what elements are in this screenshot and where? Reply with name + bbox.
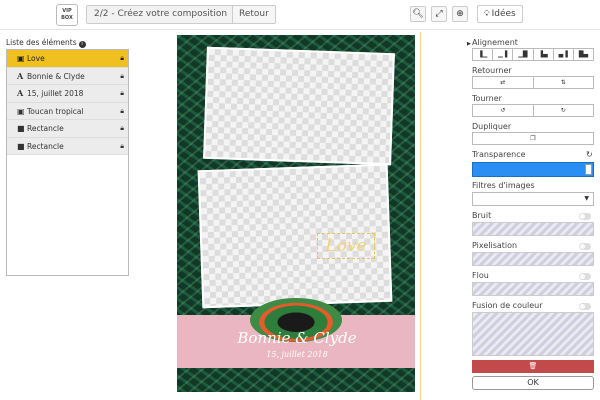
duplicate-icon[interactable]: ❐ xyxy=(473,133,593,144)
layer-item-love[interactable]: ▣ Love 🔒︎ xyxy=(7,50,128,68)
noise-slider[interactable] xyxy=(472,222,594,236)
info-icon[interactable]: i xyxy=(78,41,86,48)
alignment-buttons: ▐▁ ▁▐ ▁█ ▐▄ ▄▐ █▄ xyxy=(472,48,594,61)
text-layer-icon: A xyxy=(17,70,24,81)
guide-line xyxy=(420,32,421,400)
lock-icon[interactable]: 🔒︎ xyxy=(120,85,124,102)
blur-slider[interactable] xyxy=(472,282,594,296)
lock-icon[interactable]: 🔒︎ xyxy=(120,138,124,155)
zoom-in-icon[interactable]: ⊕ xyxy=(452,6,468,22)
image-layer-icon: ▣ xyxy=(17,54,25,63)
layer-label: Rectancle xyxy=(27,141,64,151)
rotate-left-icon[interactable]: ↺ xyxy=(473,105,534,116)
back-button[interactable]: Retour xyxy=(232,5,276,24)
image-layer-icon: ▣ xyxy=(17,106,25,116)
blur-toggle[interactable] xyxy=(579,273,591,280)
layer-item-bonnie-clyde[interactable]: A Bonnie & Clyde 🔒︎ xyxy=(7,67,128,85)
pixelate-slider[interactable] xyxy=(472,252,594,266)
noise-toggle[interactable] xyxy=(579,213,591,220)
app-logo: VIP BOX xyxy=(56,4,78,26)
alignment-label: Alignement xyxy=(472,38,518,47)
top-bar: VIP BOX 2/2 - Créez votre composition Re… xyxy=(0,0,600,30)
fit-screen-icon[interactable]: ⤢ xyxy=(431,6,447,22)
names-text[interactable]: Bonnie & Clyde xyxy=(212,329,382,347)
align-right-icon[interactable]: ▁█ xyxy=(513,49,534,60)
lock-icon[interactable]: 🔒︎ xyxy=(120,50,124,67)
rotate-buttons: ↺ ↻ xyxy=(472,104,594,117)
lock-icon[interactable]: 🔒︎ xyxy=(120,103,124,120)
pixelate-label: Pixelisation xyxy=(472,241,518,250)
layer-label: 15, juillet 2018 xyxy=(27,89,84,98)
text-layer-icon: A xyxy=(17,88,24,98)
color-blend-picker[interactable] xyxy=(472,312,594,356)
reset-icon[interactable]: ↻ xyxy=(586,150,593,159)
color-blend-label: Fusion de couleur xyxy=(472,301,543,310)
trash-icon: 🗑︎ xyxy=(528,362,538,370)
flip-label: Retourner xyxy=(472,66,512,75)
align-center-h-icon[interactable]: ▁▐ xyxy=(493,49,514,60)
duplicate-buttons: ❐ xyxy=(472,132,594,145)
chevron-down-icon: ▼ xyxy=(584,195,589,202)
lock-icon[interactable]: 🔒︎ xyxy=(120,120,124,137)
delete-button[interactable]: 🗑︎ xyxy=(472,360,594,373)
flip-buttons: ⇄ ⇅ xyxy=(472,76,594,89)
date-text[interactable]: 15, juillet 2018 xyxy=(252,350,342,359)
pixelate-toggle[interactable] xyxy=(579,243,591,250)
ok-button[interactable]: OK xyxy=(472,376,594,390)
layer-label: Rectancle xyxy=(27,124,64,133)
duplicate-label: Dupliquer xyxy=(472,122,512,131)
transparency-label: Transparence xyxy=(472,150,526,159)
blur-label: Flou xyxy=(472,271,489,280)
rotate-label: Tourner xyxy=(472,94,502,103)
step-indicator: 2/2 - Créez votre composition xyxy=(86,5,236,24)
flip-vertical-icon[interactable]: ⇅ xyxy=(534,77,594,88)
flip-horizontal-icon[interactable]: ⇄ xyxy=(473,77,534,88)
lightbulb-icon: 💡︎ xyxy=(484,9,490,18)
align-top-icon[interactable]: ▐▄ xyxy=(534,49,554,60)
transparency-slider[interactable] xyxy=(472,162,594,177)
panel-collapse-icon[interactable]: ▶ xyxy=(467,41,471,47)
align-middle-icon[interactable]: ▄▐ xyxy=(554,49,574,60)
layer-item-toucan[interactable]: ▣ Toucan tropical 🔒︎ xyxy=(7,102,128,120)
layer-label: Toucan tropical xyxy=(27,106,84,116)
logo-line-2: BOX xyxy=(61,15,73,21)
layer-label: Bonnie & Clyde xyxy=(27,71,85,81)
lock-icon[interactable]: 🔒︎ xyxy=(120,68,124,85)
rotate-right-icon[interactable]: ↻ xyxy=(534,105,594,116)
ideas-label: Idées xyxy=(491,9,516,19)
image-filters-select[interactable]: ▼ xyxy=(472,192,594,206)
align-bottom-icon[interactable]: █▄ xyxy=(574,49,593,60)
zoom-out-icon[interactable]: 🔍︎ xyxy=(410,6,426,22)
love-element[interactable]: Love xyxy=(317,233,375,259)
layers-title-text: Liste des éléments xyxy=(6,38,77,47)
color-blend-toggle[interactable] xyxy=(579,303,591,310)
layer-item-rectangle-1[interactable]: ■ Rectancle 🔒︎ xyxy=(7,120,128,138)
layer-item-rectangle-2[interactable]: ■ Rectancle 🔒︎ xyxy=(7,137,128,155)
layers-list: ▣ Love 🔒︎ A Bonnie & Clyde 🔒︎ A 15, juillet… xyxy=(6,49,129,276)
shape-layer-icon: ■ xyxy=(17,141,25,151)
layer-item-date[interactable]: A 15, juillet 2018 🔒︎ xyxy=(7,85,128,103)
align-left-icon[interactable]: ▐▁ xyxy=(473,49,494,60)
shape-layer-icon: ■ xyxy=(17,124,25,133)
ideas-button[interactable]: 💡︎ Idées xyxy=(477,5,523,23)
layers-title: Liste des éléments i xyxy=(6,38,86,48)
logo-line-1: VIP xyxy=(62,8,72,14)
image-filters-label: Filtres d'images xyxy=(472,181,535,190)
slider-handle[interactable] xyxy=(585,164,592,175)
noise-label: Bruit xyxy=(472,211,492,220)
photo-placeholder-1[interactable] xyxy=(203,46,395,166)
layer-label: Love xyxy=(27,54,45,63)
